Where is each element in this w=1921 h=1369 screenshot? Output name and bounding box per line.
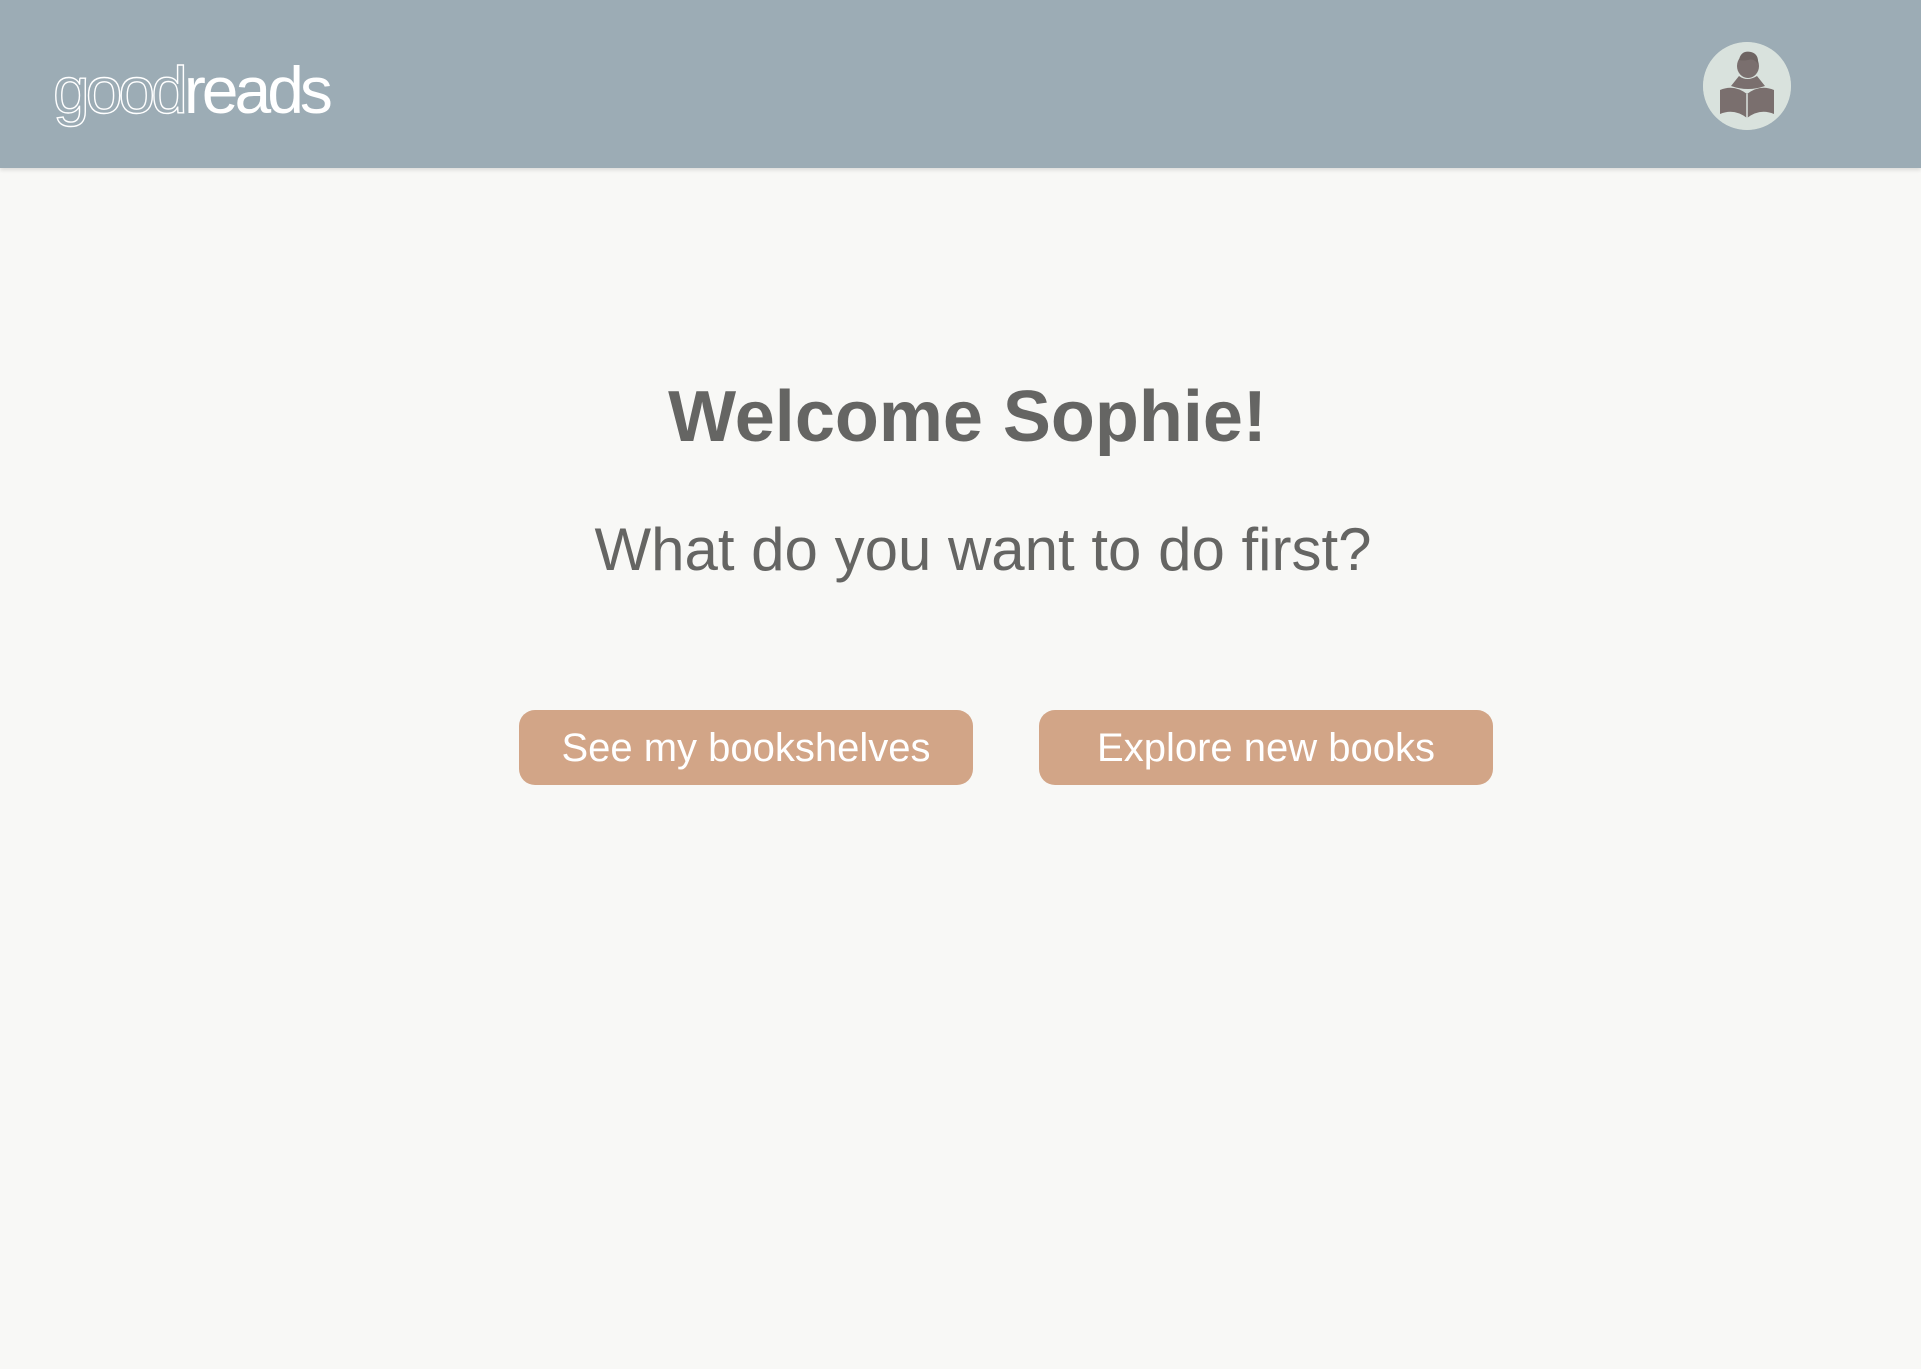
- user-avatar[interactable]: [1703, 42, 1791, 130]
- see-bookshelves-button[interactable]: See my bookshelves: [519, 710, 973, 785]
- goodreads-logo[interactable]: goodreads: [52, 50, 333, 130]
- logo-part-reads: reads: [183, 53, 333, 127]
- explore-books-button[interactable]: Explore new books: [1039, 710, 1493, 785]
- top-header: goodreads: [0, 0, 1921, 168]
- logo-part-good: good: [52, 52, 188, 127]
- page: goodreads Welcome Sophie! What do you wa…: [0, 0, 1921, 1369]
- reader-avatar-icon: [1703, 42, 1791, 130]
- welcome-heading: Welcome Sophie!: [668, 377, 1267, 457]
- prompt-subheading: What do you want to do first?: [594, 516, 1372, 583]
